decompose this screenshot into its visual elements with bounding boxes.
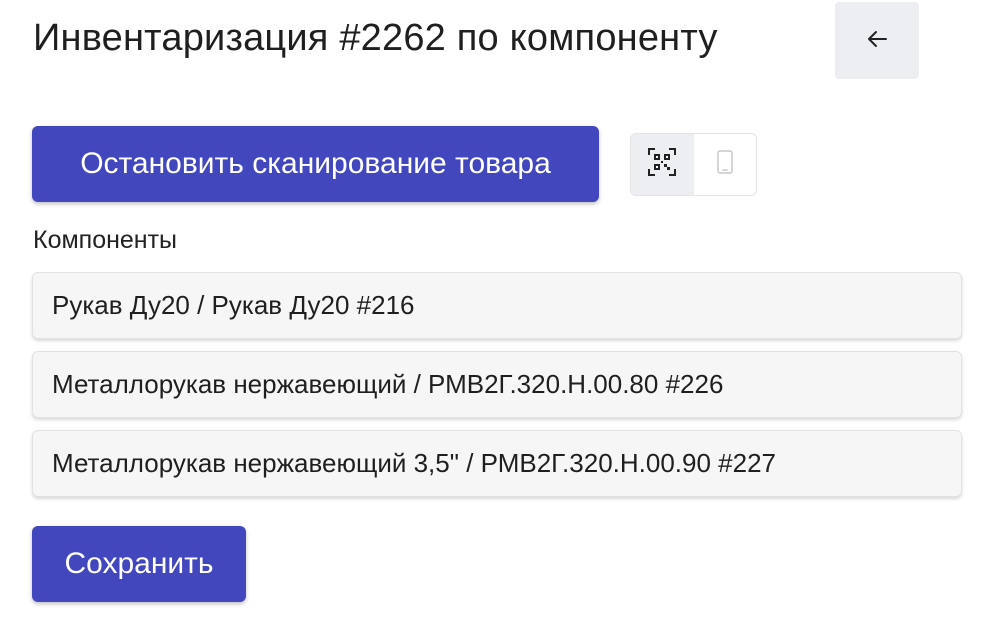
phone-icon	[717, 150, 733, 179]
stop-scan-button[interactable]: Остановить сканирование товара	[32, 126, 599, 202]
list-item[interactable]: Металлорукав нержавеющий / РМВ2Г.320.Н.0…	[32, 351, 962, 418]
list-item[interactable]: Металлорукав нержавеющий 3,5" / РМВ2Г.32…	[32, 430, 962, 497]
scan-mode-qr[interactable]	[631, 134, 694, 195]
scan-mode-phone[interactable]	[694, 134, 757, 195]
arrow-left-icon	[866, 30, 888, 51]
list-item[interactable]: Рукав Ду20 / Рукав Ду20 #216	[32, 272, 962, 339]
scan-mode-toggle	[630, 133, 757, 196]
save-button[interactable]: Сохранить	[32, 526, 246, 602]
component-list: Рукав Ду20 / Рукав Ду20 #216 Металлорука…	[32, 272, 962, 509]
back-button[interactable]	[835, 2, 919, 79]
components-label: Компоненты	[33, 226, 178, 254]
page-title: Инвентаризация #2262 по компоненту	[33, 17, 718, 59]
qr-code-icon	[648, 148, 677, 181]
